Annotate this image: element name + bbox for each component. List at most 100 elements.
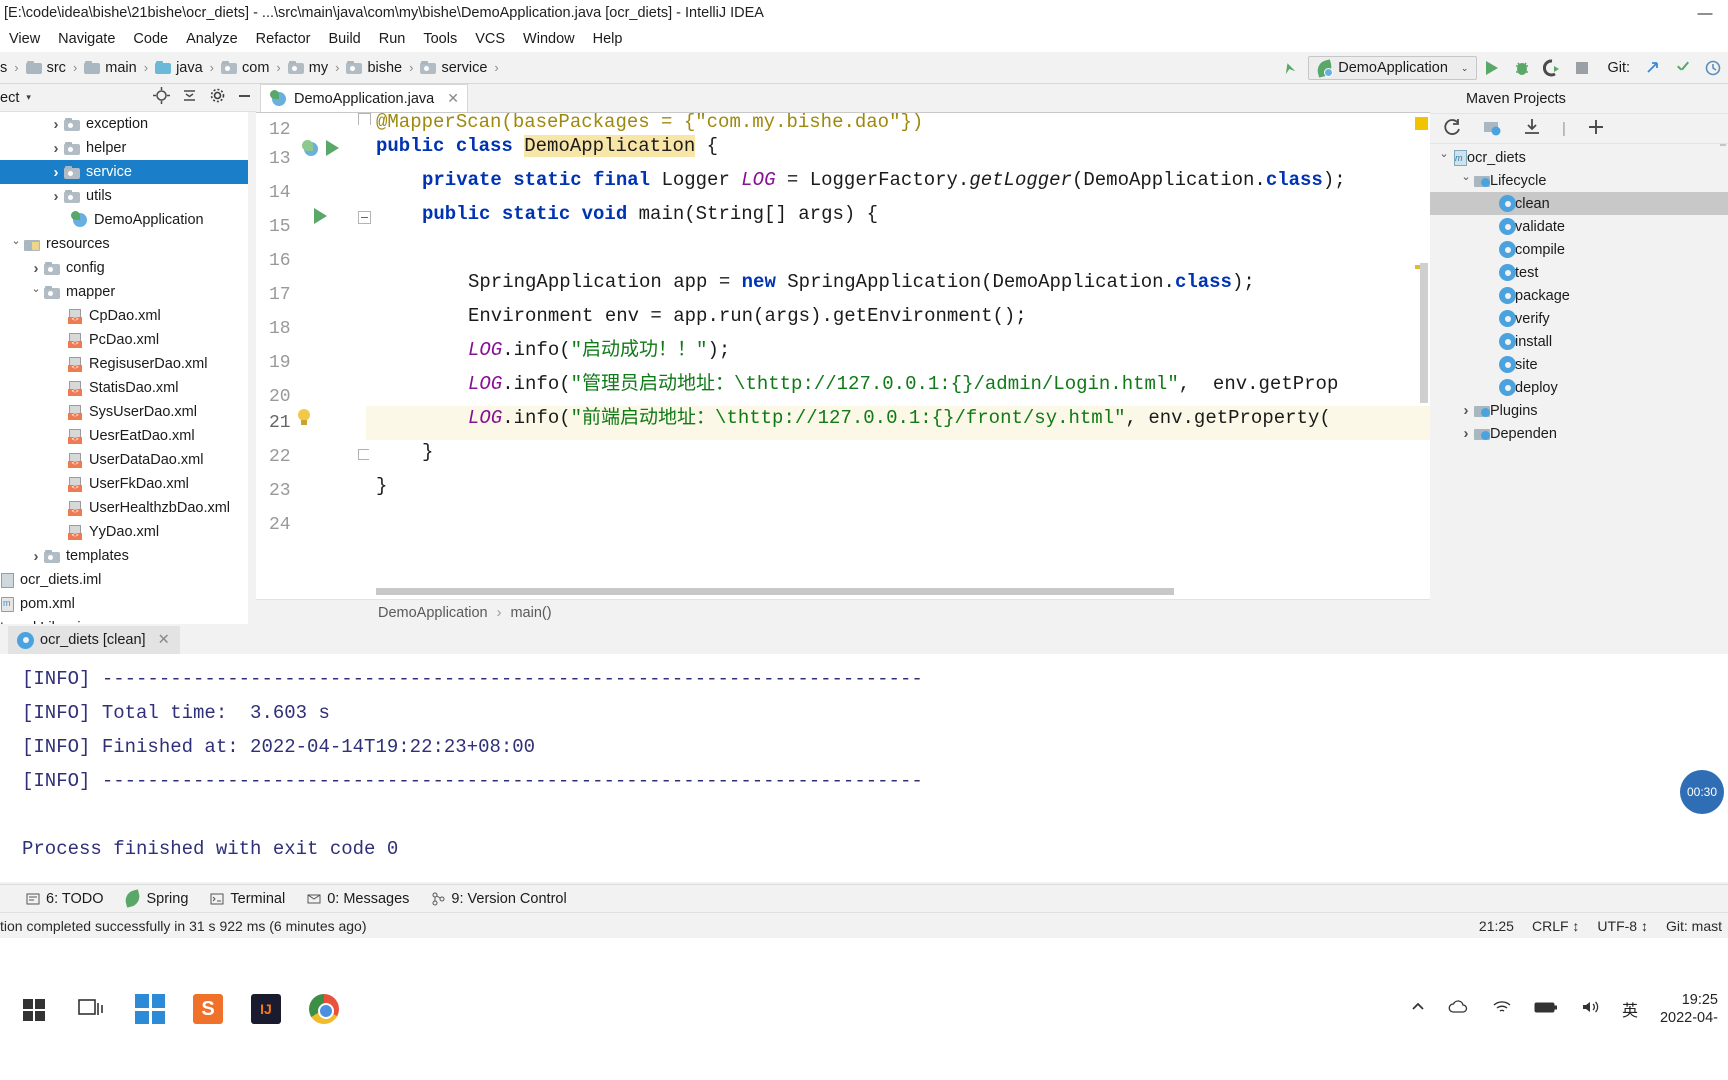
- menu-item-view[interactable]: View: [0, 31, 49, 47]
- run-console-output[interactable]: [INFO] ---------------------------------…: [0, 654, 1728, 882]
- status-line-ending[interactable]: CRLF ↕: [1532, 918, 1579, 934]
- breadcrumb-item-java[interactable]: java: [155, 60, 203, 76]
- editor-tab-demoapplication[interactable]: DemoApplication.java ✕: [260, 84, 468, 112]
- code-text-area[interactable]: @MapperScan(basePackages = {"com.my.bish…: [366, 113, 1430, 599]
- tree-item-pcdao-xml[interactable]: <> PcDao.xml: [0, 328, 248, 352]
- tree-item-uesreatdao-xml[interactable]: <> UesrEatDao.xml: [0, 424, 248, 448]
- tool-window-messages[interactable]: 0: Messages: [307, 891, 409, 907]
- code-editor[interactable]: 12 13 14 15 16 17 18 19 20 21 22 23 24 @…: [256, 112, 1430, 599]
- tree-item-regisuserdao-xml[interactable]: <> RegisuserDao.xml: [0, 352, 248, 376]
- stop-button[interactable]: [1567, 53, 1597, 83]
- project-tree[interactable]: exception helper service utils DemoAppli…: [0, 112, 248, 624]
- menu-item-run[interactable]: Run: [370, 31, 415, 47]
- breadcrumb-item-bishe[interactable]: bishe: [346, 60, 402, 76]
- breadcrumb-item-my[interactable]: my: [287, 60, 328, 76]
- start-button-icon[interactable]: [6, 981, 62, 1037]
- chevron-down-icon[interactable]: [1436, 151, 1452, 164]
- maven-goal-compile[interactable]: compile: [1430, 238, 1728, 261]
- run-gutter-icon[interactable]: [314, 208, 327, 224]
- run-with-coverage-button[interactable]: [1537, 53, 1567, 83]
- close-icon[interactable]: ✕: [158, 632, 170, 648]
- maven-item-plugins[interactable]: Plugins: [1430, 399, 1728, 422]
- chevron-down-icon[interactable]: [1458, 174, 1474, 187]
- sublime-icon[interactable]: [180, 981, 236, 1037]
- tree-item-utils[interactable]: utils: [0, 184, 248, 208]
- breadcrumb-method[interactable]: main(): [510, 605, 551, 621]
- chevron-right-icon[interactable]: [48, 188, 64, 205]
- tree-item-statisdao-xml[interactable]: <> StatisDao.xml: [0, 376, 248, 400]
- git-history-icon[interactable]: [1698, 53, 1728, 83]
- ime-indicator[interactable]: 英: [1622, 997, 1638, 1021]
- editor-horizontal-scrollbar[interactable]: [376, 588, 1174, 595]
- chevron-down-icon[interactable]: [28, 286, 44, 299]
- show-hidden-icons[interactable]: [1410, 999, 1426, 1019]
- chevron-right-icon[interactable]: [48, 164, 64, 181]
- taskbar-clock[interactable]: 19:25 2022-04-: [1660, 991, 1718, 1027]
- intention-bulb-icon[interactable]: [296, 409, 312, 427]
- git-update-icon[interactable]: [1638, 53, 1668, 83]
- menu-item-vcs[interactable]: VCS: [466, 31, 514, 47]
- tool-window-version-control[interactable]: 9: Version Control: [431, 891, 567, 907]
- debug-button[interactable]: [1507, 53, 1537, 83]
- chevron-right-icon[interactable]: [1458, 402, 1474, 419]
- tree-item-pom-xml[interactable]: pom.xml: [0, 592, 248, 616]
- generate-sources-icon[interactable]: [1482, 117, 1502, 141]
- editor-gutter[interactable]: 12 13 14 15 16 17 18 19 20 21 22 23 24: [256, 113, 371, 599]
- chevron-right-icon[interactable]: [48, 116, 64, 133]
- onedrive-icon[interactable]: [1448, 999, 1470, 1019]
- menu-item-code[interactable]: Code: [124, 31, 177, 47]
- maven-goal-deploy[interactable]: deploy: [1430, 376, 1728, 399]
- locate-icon[interactable]: [153, 87, 170, 108]
- maven-projects-tree[interactable]: ocr_diets Lifecycle clean validate compi…: [1430, 146, 1728, 626]
- menu-item-analyze[interactable]: Analyze: [177, 31, 247, 47]
- maven-item-ocr-diets[interactable]: ocr_diets: [1430, 146, 1728, 169]
- breadcrumb-item-com[interactable]: com: [221, 60, 269, 76]
- network-icon[interactable]: [1492, 999, 1512, 1019]
- tree-item-external-libraries[interactable]: ternal Libraries: [0, 616, 248, 624]
- git-commit-icon[interactable]: [1668, 53, 1698, 83]
- menu-item-window[interactable]: Window: [514, 31, 584, 47]
- tree-item-exception[interactable]: exception: [0, 112, 248, 136]
- run-configuration-selector[interactable]: DemoApplication ⌄: [1308, 56, 1478, 80]
- run-button[interactable]: [1477, 53, 1507, 83]
- up-arrow-icon[interactable]: [1276, 55, 1302, 81]
- menu-item-tools[interactable]: Tools: [414, 31, 466, 47]
- breadcrumb-item-main[interactable]: main: [84, 60, 137, 76]
- maven-item-lifecycle[interactable]: Lifecycle: [1430, 169, 1728, 192]
- maven-goal-install[interactable]: install: [1430, 330, 1728, 353]
- breadcrumb-item-0[interactable]: s: [0, 60, 7, 76]
- chevron-down-icon[interactable]: ▾: [26, 92, 31, 103]
- breadcrumb-item-src[interactable]: src: [25, 60, 66, 76]
- chevron-right-icon[interactable]: [48, 140, 64, 157]
- battery-icon[interactable]: [1534, 1000, 1558, 1018]
- chevron-right-icon[interactable]: [28, 260, 44, 277]
- hide-panel-icon[interactable]: [237, 88, 252, 107]
- spring-bean-gutter-icon[interactable]: [302, 140, 320, 158]
- chevron-right-icon[interactable]: [28, 548, 44, 565]
- run-tab-ocr-diets-clean[interactable]: ocr_diets [clean] ✕: [8, 626, 180, 654]
- tree-item-sysuserdao-xml[interactable]: <> SysUserDao.xml: [0, 400, 248, 424]
- tree-item-userfkdao-xml[interactable]: <> UserFkDao.xml: [0, 472, 248, 496]
- tool-window-todo[interactable]: 6: TODO: [26, 891, 103, 907]
- tree-item-templates[interactable]: templates: [0, 544, 248, 568]
- tree-item-demoapplication[interactable]: DemoApplication: [0, 208, 248, 232]
- tree-item-service[interactable]: service: [0, 160, 248, 184]
- add-icon[interactable]: [1586, 117, 1606, 141]
- maven-item-dependencies[interactable]: Dependen: [1430, 422, 1728, 445]
- intellij-idea-icon[interactable]: [238, 981, 294, 1037]
- editor-error-stripe-marker[interactable]: [1415, 117, 1428, 130]
- status-git-branch[interactable]: Git: mast: [1666, 918, 1722, 934]
- tree-item-mapper[interactable]: mapper: [0, 280, 248, 304]
- menu-item-navigate[interactable]: Navigate: [49, 31, 124, 47]
- maven-goal-test[interactable]: test: [1430, 261, 1728, 284]
- editor-vertical-scrollbar[interactable]: [1420, 263, 1428, 403]
- windows-store-icon[interactable]: [122, 981, 178, 1037]
- settings-gear-icon[interactable]: [209, 87, 226, 108]
- tree-item-userdatadao-xml[interactable]: <> UserDataDao.xml: [0, 448, 248, 472]
- menu-item-build[interactable]: Build: [319, 31, 369, 47]
- tree-item-userhealthzbdao-xml[interactable]: <> UserHealthzbDao.xml: [0, 496, 248, 520]
- status-encoding[interactable]: UTF-8 ↕: [1597, 918, 1648, 934]
- breadcrumb-class[interactable]: DemoApplication: [378, 605, 488, 621]
- task-view-icon[interactable]: [64, 981, 120, 1037]
- menu-item-help[interactable]: Help: [584, 31, 632, 47]
